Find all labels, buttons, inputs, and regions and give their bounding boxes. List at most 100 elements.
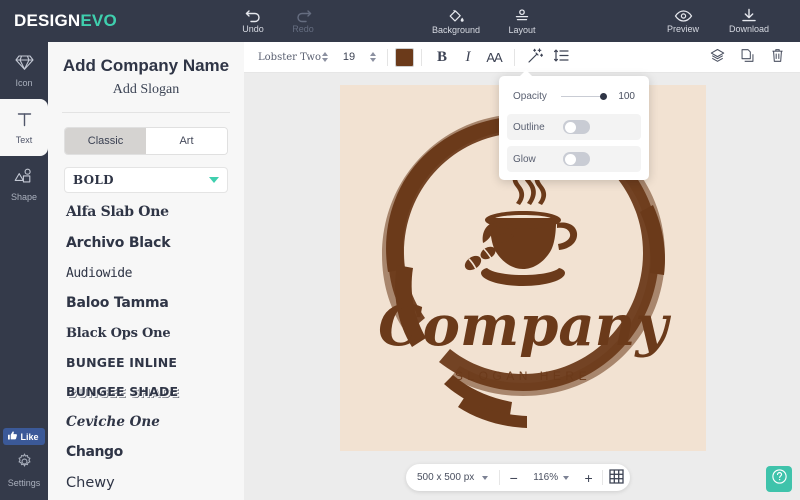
undo-icon bbox=[245, 8, 262, 23]
text-color-swatch[interactable] bbox=[395, 47, 414, 67]
list-item[interactable]: Chewy bbox=[48, 468, 244, 500]
shape-icon bbox=[14, 168, 34, 190]
settings-button[interactable]: Settings bbox=[8, 453, 40, 492]
list-item[interactable]: Audiowide bbox=[48, 259, 244, 289]
glow-label: Glow bbox=[513, 153, 536, 165]
list-item[interactable]: Chango bbox=[48, 437, 244, 468]
rail-bottom-group: Like Settings bbox=[0, 428, 48, 500]
top-bar: DESIGNEVO Undo Redo Background Layout Pr… bbox=[0, 0, 800, 42]
list-item[interactable]: Baloo Tamma bbox=[48, 288, 244, 319]
list-item[interactable]: Black Ops One bbox=[48, 319, 244, 349]
history-controls: Undo Redo bbox=[228, 0, 328, 42]
toolbar-divider bbox=[421, 48, 422, 66]
magic-wand-icon bbox=[527, 47, 544, 67]
eye-icon bbox=[674, 9, 693, 23]
preview-button[interactable]: Preview bbox=[650, 0, 716, 42]
zoom-in-button[interactable]: + bbox=[575, 464, 602, 491]
opacity-slider[interactable] bbox=[561, 90, 607, 102]
line-spacing-icon bbox=[553, 48, 569, 66]
zoom-level-select[interactable]: 116% bbox=[527, 472, 575, 483]
logo-slogan-text: SLOGAN HERE bbox=[455, 369, 591, 383]
list-item[interactable]: Archivo Black bbox=[48, 228, 244, 259]
text-effects-popup: Opacity 100 Outline Glow bbox=[499, 70, 649, 180]
letter-case-button[interactable]: AA bbox=[481, 44, 507, 70]
sidebar-item-icon[interactable]: Icon bbox=[0, 42, 48, 99]
italic-button[interactable]: I bbox=[455, 44, 481, 70]
list-item[interactable]: BUNGEE INLINE bbox=[48, 349, 244, 378]
gear-icon bbox=[16, 453, 33, 475]
logo-company-text: Company bbox=[378, 293, 671, 359]
canvas-size-value: 500 x 500 px bbox=[417, 472, 475, 483]
list-item[interactable]: Ceviche One bbox=[48, 407, 244, 437]
object-actions bbox=[704, 44, 800, 70]
grid-toggle-button[interactable] bbox=[603, 464, 630, 491]
left-tool-rail: Icon Text Shape Like Settings bbox=[0, 42, 48, 500]
copy-icon bbox=[740, 48, 755, 66]
font-list: Alfa Slab One Archivo Black Audiowide Ba… bbox=[48, 197, 244, 500]
delete-button[interactable] bbox=[764, 44, 790, 70]
download-label: Download bbox=[728, 24, 770, 34]
panel-divider bbox=[62, 112, 230, 113]
sidebar-label-shape: Shape bbox=[10, 191, 38, 202]
text-panel: Add Company Name Add Slogan Classic Art … bbox=[48, 42, 244, 500]
outline-toggle[interactable] bbox=[563, 120, 590, 134]
outline-row: Outline bbox=[507, 114, 641, 140]
undo-button[interactable]: Undo bbox=[228, 0, 278, 42]
help-button[interactable] bbox=[766, 466, 792, 492]
background-button[interactable]: Background bbox=[423, 0, 489, 42]
layout-label: Layout bbox=[508, 24, 536, 35]
chevron-down-icon bbox=[482, 475, 489, 480]
glow-toggle[interactable] bbox=[563, 152, 590, 166]
app-logo[interactable]: DESIGNEVO bbox=[0, 11, 228, 31]
panel-title[interactable]: Add Company Name bbox=[48, 42, 244, 76]
trash-icon bbox=[770, 48, 785, 66]
zoom-out-button[interactable]: − bbox=[500, 464, 527, 491]
layout-icon bbox=[513, 8, 531, 24]
paint-bucket-icon bbox=[447, 8, 465, 24]
sidebar-item-text[interactable]: Text bbox=[0, 99, 48, 156]
opacity-label: Opacity bbox=[513, 90, 547, 102]
text-effects-button[interactable] bbox=[522, 44, 548, 70]
layers-icon bbox=[710, 48, 725, 66]
font-size-value[interactable]: 19 bbox=[332, 51, 366, 63]
logo-text-evo: EVO bbox=[80, 11, 117, 30]
tab-art[interactable]: Art bbox=[146, 128, 227, 154]
toolbar-divider bbox=[387, 48, 388, 66]
canvas-size-select[interactable]: 500 x 500 px bbox=[406, 472, 499, 483]
font-size-stepper[interactable] bbox=[366, 52, 380, 62]
chevron-down-icon bbox=[209, 177, 219, 183]
layers-button[interactable] bbox=[704, 44, 730, 70]
sidebar-label-icon: Icon bbox=[15, 77, 33, 88]
undo-label: Undo bbox=[242, 24, 264, 34]
glow-row: Glow bbox=[507, 146, 641, 172]
list-item[interactable]: Alfa Slab One bbox=[48, 197, 244, 228]
style-tabs: Classic Art bbox=[64, 127, 228, 155]
layout-button[interactable]: Layout bbox=[489, 0, 555, 42]
font-family-select[interactable]: Lobster Two bbox=[244, 52, 321, 63]
download-button[interactable]: Download bbox=[716, 0, 782, 42]
duplicate-button[interactable] bbox=[734, 44, 760, 70]
chevron-down-icon bbox=[563, 475, 570, 480]
slider-handle[interactable] bbox=[600, 92, 607, 100]
panel-subtitle[interactable]: Add Slogan bbox=[48, 76, 244, 98]
tab-classic[interactable]: Classic bbox=[65, 128, 146, 154]
preview-label: Preview bbox=[666, 23, 699, 34]
chevron-up-icon bbox=[322, 52, 328, 56]
font-family-stepper[interactable] bbox=[318, 52, 332, 62]
grid-icon bbox=[609, 468, 624, 487]
facebook-like-button[interactable]: Like bbox=[3, 428, 45, 445]
text-format-toolbar: Lobster Two 19 B I AA bbox=[244, 42, 800, 73]
zoom-level-value: 116% bbox=[533, 472, 559, 483]
font-style-select[interactable]: BOLD bbox=[64, 167, 228, 193]
redo-button[interactable]: Redo bbox=[278, 0, 328, 42]
line-spacing-button[interactable] bbox=[548, 44, 574, 70]
sidebar-item-shape[interactable]: Shape bbox=[0, 156, 48, 213]
opacity-row: Opacity 100 bbox=[507, 84, 641, 108]
bold-button[interactable]: B bbox=[429, 44, 455, 70]
like-label: Like bbox=[20, 431, 39, 442]
list-item[interactable]: BUNGEE SHADE bbox=[48, 378, 244, 407]
output-controls: Preview Download bbox=[650, 0, 800, 42]
sidebar-label-text: Text bbox=[15, 134, 33, 145]
download-icon bbox=[740, 8, 758, 23]
popup-arrow bbox=[520, 70, 532, 76]
